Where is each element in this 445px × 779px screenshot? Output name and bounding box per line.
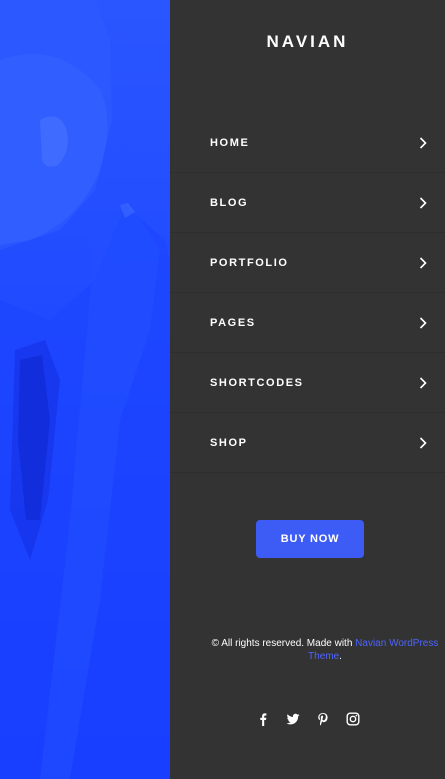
menu-item-blog[interactable]: BLOG bbox=[170, 173, 445, 233]
copyright-text: © All rights reserved. Made with bbox=[211, 638, 356, 649]
menu-item-portfolio[interactable]: PORTFOLIO bbox=[170, 233, 445, 293]
menu-item-label: SHORTCODES bbox=[210, 376, 304, 389]
chevron-right-icon bbox=[419, 136, 427, 149]
copyright-suffix: . bbox=[339, 651, 342, 662]
twitter-icon[interactable] bbox=[285, 711, 300, 726]
pinterest-icon[interactable] bbox=[315, 711, 330, 726]
menu-item-home[interactable]: HOME bbox=[170, 113, 445, 173]
buy-now-button[interactable]: BUY NOW bbox=[256, 520, 364, 558]
hero-image bbox=[0, 0, 170, 779]
menu-item-pages[interactable]: PAGES bbox=[170, 293, 445, 353]
menu-item-shortcodes[interactable]: SHORTCODES bbox=[170, 353, 445, 413]
chevron-right-icon bbox=[419, 256, 427, 269]
chevron-right-icon bbox=[419, 376, 427, 389]
footer-copyright: © All rights reserved. Made with Navian … bbox=[200, 637, 445, 663]
menu-item-label: PAGES bbox=[210, 316, 256, 329]
chevron-right-icon bbox=[419, 316, 427, 329]
chevron-right-icon bbox=[419, 436, 427, 449]
instagram-icon[interactable] bbox=[345, 711, 360, 726]
hero-photo bbox=[0, 0, 170, 779]
menu-item-label: SHOP bbox=[210, 436, 248, 449]
chevron-right-icon bbox=[419, 196, 427, 209]
menu-item-shop[interactable]: SHOP bbox=[170, 413, 445, 473]
menu-item-label: BLOG bbox=[210, 196, 249, 209]
main-menu: HOME BLOG PORTFOLIO PAGES SHORTCODES SHO… bbox=[170, 113, 445, 473]
side-menu-panel: NAVIAN HOME BLOG PORTFOLIO PAGES SHORTCO… bbox=[170, 0, 445, 779]
facebook-icon[interactable] bbox=[255, 711, 270, 726]
menu-item-label: HOME bbox=[210, 136, 250, 149]
menu-item-label: PORTFOLIO bbox=[210, 256, 289, 269]
social-links bbox=[170, 711, 445, 726]
site-logo[interactable]: NAVIAN bbox=[170, 32, 445, 52]
